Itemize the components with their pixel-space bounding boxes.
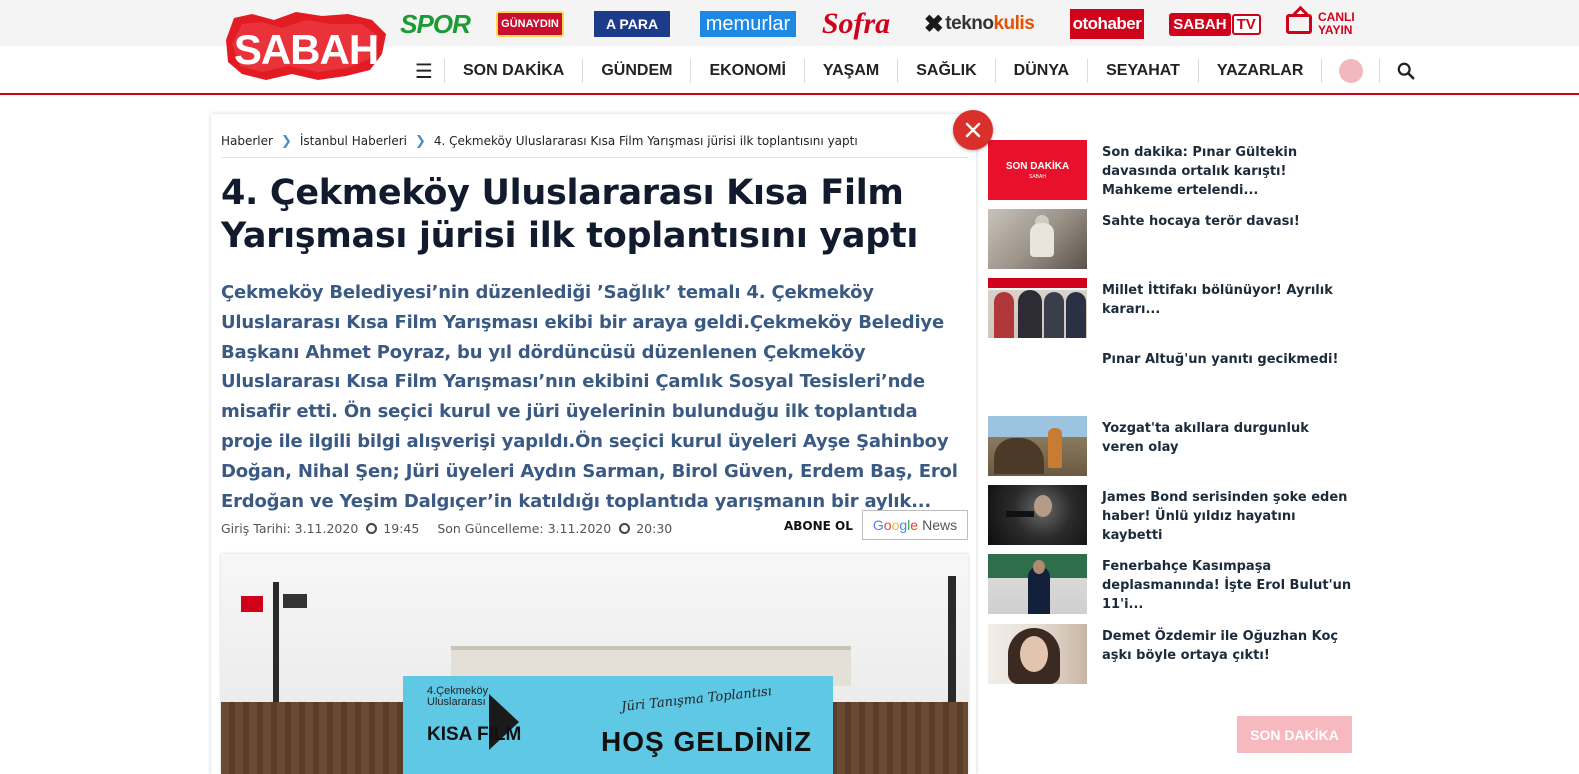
teknokulis-x-icon: ✖ bbox=[923, 10, 944, 38]
photo-lamp bbox=[283, 594, 307, 608]
site-spor[interactable]: SPOR bbox=[400, 9, 471, 39]
article-meta: Giriş Tarihi: 3.11.2020 19:45 Son Güncel… bbox=[221, 516, 968, 540]
nav-ekonomi[interactable]: EKONOMİ bbox=[690, 58, 803, 83]
sidebar-item-title: Fenerbahçe Kasımpaşa deplasmanında! İşte… bbox=[1102, 559, 1352, 612]
clock-icon bbox=[366, 522, 378, 534]
sidebar-item[interactable]: Yozgat'ta akıllara durgunluk veren olay bbox=[988, 416, 1352, 476]
banner-left-big: KISA FILM bbox=[427, 724, 522, 745]
sidebar-item-title: James Bond serisinden şoke eden haber! Ü… bbox=[1102, 490, 1348, 543]
sabah-logo[interactable]: SABAH bbox=[222, 10, 390, 82]
subscribe-label: ABONE OL bbox=[784, 519, 853, 533]
sidebar-item-title: Son dakika: Pınar Gültekin davasında ort… bbox=[1102, 145, 1298, 198]
sidebar-thumb bbox=[988, 278, 1087, 338]
sidebar-item[interactable]: Millet İttifakı bölünüyor! Ayrılık karar… bbox=[988, 278, 1352, 338]
nav-gundem[interactable]: GÜNDEM bbox=[582, 58, 690, 83]
google-news-button[interactable]: Go o g l e News bbox=[862, 510, 968, 540]
banner-left-text: 4.Çekmeköy Uluslararası bbox=[427, 685, 489, 708]
update-time: 20:30 bbox=[636, 520, 673, 536]
article-summary: Çekmeköy Belediyesi’nin düzenlediği ’Sağ… bbox=[221, 282, 958, 512]
breadcrumb-category[interactable]: İstanbul Haberleri bbox=[300, 134, 407, 148]
site-otohaber[interactable]: otohaber bbox=[1070, 9, 1144, 39]
canli-yayin-label: CANLI YAYIN bbox=[1318, 10, 1355, 37]
sidebar-thumb bbox=[988, 624, 1087, 684]
nav-saglik[interactable]: SAĞLIK bbox=[897, 58, 994, 83]
article-title: 4. Çekmeköy Uluslararası Kısa Film Yarış… bbox=[221, 173, 919, 256]
sidebar-item[interactable]: Fenerbahçe Kasımpaşa deplasmanında! İşte… bbox=[988, 554, 1352, 614]
canli-yayin-link[interactable]: CANLI YAYIN bbox=[1286, 8, 1356, 40]
site-sofra[interactable]: Sofra bbox=[822, 7, 890, 40]
photo-flag bbox=[241, 596, 263, 612]
nav-seyahat[interactable]: SEYAHAT bbox=[1087, 58, 1198, 83]
teknokulis-label-b: kulis bbox=[993, 13, 1035, 34]
article-card: Haberler ❯ İstanbul Haberleri ❯ 4. Çekme… bbox=[211, 114, 976, 774]
hamburger-menu-icon[interactable]: ☰ bbox=[404, 46, 444, 95]
breadcrumb-home[interactable]: Haberler bbox=[221, 134, 273, 148]
sidebar-thumb: SON DAKİKA SABAH bbox=[988, 140, 1087, 200]
nav-yasam[interactable]: YAŞAM bbox=[803, 58, 897, 83]
banner-right-big: HOŞ GELDİNİZ bbox=[601, 726, 813, 757]
sabahtv-label-b: TV bbox=[1231, 13, 1261, 35]
breadcrumb: Haberler ❯ İstanbul Haberleri ❯ 4. Çekme… bbox=[221, 134, 968, 158]
clock-icon bbox=[619, 522, 631, 534]
banner-right-script: Jüri Tanışma Toplantısı bbox=[620, 684, 773, 715]
sidebar-item-title: Millet İttifakı bölünüyor! Ayrılık karar… bbox=[1102, 283, 1333, 317]
sidebar-item[interactable]: SON DAKİKA SABAH Son dakika: Pınar Gültek… bbox=[988, 140, 1352, 200]
search-icon[interactable] bbox=[1379, 58, 1431, 83]
site-sabahtv[interactable]: SABAH TV bbox=[1169, 10, 1261, 38]
site-memurlar[interactable]: memurlar bbox=[700, 11, 796, 37]
nav-son-dakika[interactable]: SON DAKİKA bbox=[444, 58, 582, 83]
sidebar-item[interactable]: Pınar Altuğ'un yanıtı gecikmedi! bbox=[988, 347, 1352, 407]
update-date: Son Güncelleme: 3.11.2020 bbox=[437, 520, 612, 536]
sabahtv-label-a: SABAH bbox=[1169, 12, 1231, 36]
publish-time: 19:45 bbox=[383, 520, 420, 536]
chevron-right-icon: ❯ bbox=[280, 134, 292, 149]
publish-date: Giriş Tarihi: 3.11.2020 bbox=[221, 520, 359, 536]
teknokulis-label-a: tekno bbox=[945, 13, 994, 34]
sidebar-thumb bbox=[988, 416, 1087, 476]
photo-banner-left: 4.Çekmeköy Uluslararası KISA FILM bbox=[403, 676, 597, 774]
site-apara[interactable]: A PARA bbox=[594, 11, 670, 37]
close-button[interactable] bbox=[953, 110, 993, 150]
sidebar-item-title: Demet Özdemir ile Oğuzhan Koç aşkı böyle… bbox=[1102, 629, 1339, 663]
sidebar-item[interactable]: James Bond serisinden şoke eden haber! Ü… bbox=[988, 485, 1352, 545]
site-teknokulis[interactable]: ✖ tekno kulis bbox=[914, 10, 1044, 38]
sidebar-item-title: Yozgat'ta akıllara durgunluk veren olay bbox=[1102, 421, 1309, 455]
sidebar-item[interactable]: Demet Özdemir ile Oğuzhan Koç aşkı böyle… bbox=[988, 624, 1352, 684]
nav-yazarlar[interactable]: YAZARLAR bbox=[1197, 58, 1322, 83]
sidebar-item-title: Sahte hocaya terör davası! bbox=[1102, 214, 1300, 229]
main-menu: ☰ SON DAKİKA GÜNDEM EKONOMİ YAŞAM SAĞLIK… bbox=[404, 46, 1431, 95]
logo-text: SABAH bbox=[234, 26, 378, 73]
sidebar-item[interactable]: Sahte hocaya terör davası! bbox=[988, 209, 1352, 269]
site-gunaydin[interactable]: GÜNAYDIN bbox=[496, 11, 564, 37]
breadcrumb-current: 4. Çekmeköy Uluslararası Kısa Film Yarış… bbox=[433, 134, 858, 148]
special-badge-icon[interactable] bbox=[1321, 58, 1379, 83]
photo-banner-right: Jüri Tanışma Toplantısı HOŞ GELDİNİZ bbox=[597, 676, 833, 774]
sidebar-thumb bbox=[988, 485, 1087, 545]
article-photo[interactable]: 4.Çekmeköy Uluslararası KISA FILM Jüri Ta… bbox=[221, 554, 968, 774]
nav-dunya[interactable]: DÜNYA bbox=[994, 58, 1087, 83]
tv-icon bbox=[1286, 14, 1312, 34]
close-icon bbox=[965, 122, 981, 138]
sidebar-item-title: Pınar Altuğ'un yanıtı gecikmedi! bbox=[1102, 352, 1339, 367]
sidebar-thumb bbox=[988, 209, 1087, 269]
sidebar-thumb bbox=[988, 554, 1087, 614]
chevron-right-icon: ❯ bbox=[415, 134, 426, 149]
son-dakika-button[interactable]: SON DAKİKA bbox=[1237, 716, 1352, 753]
partner-sites: SPOR GÜNAYDIN A PARA memurlar Sofra ✖ tek… bbox=[398, 6, 1358, 42]
